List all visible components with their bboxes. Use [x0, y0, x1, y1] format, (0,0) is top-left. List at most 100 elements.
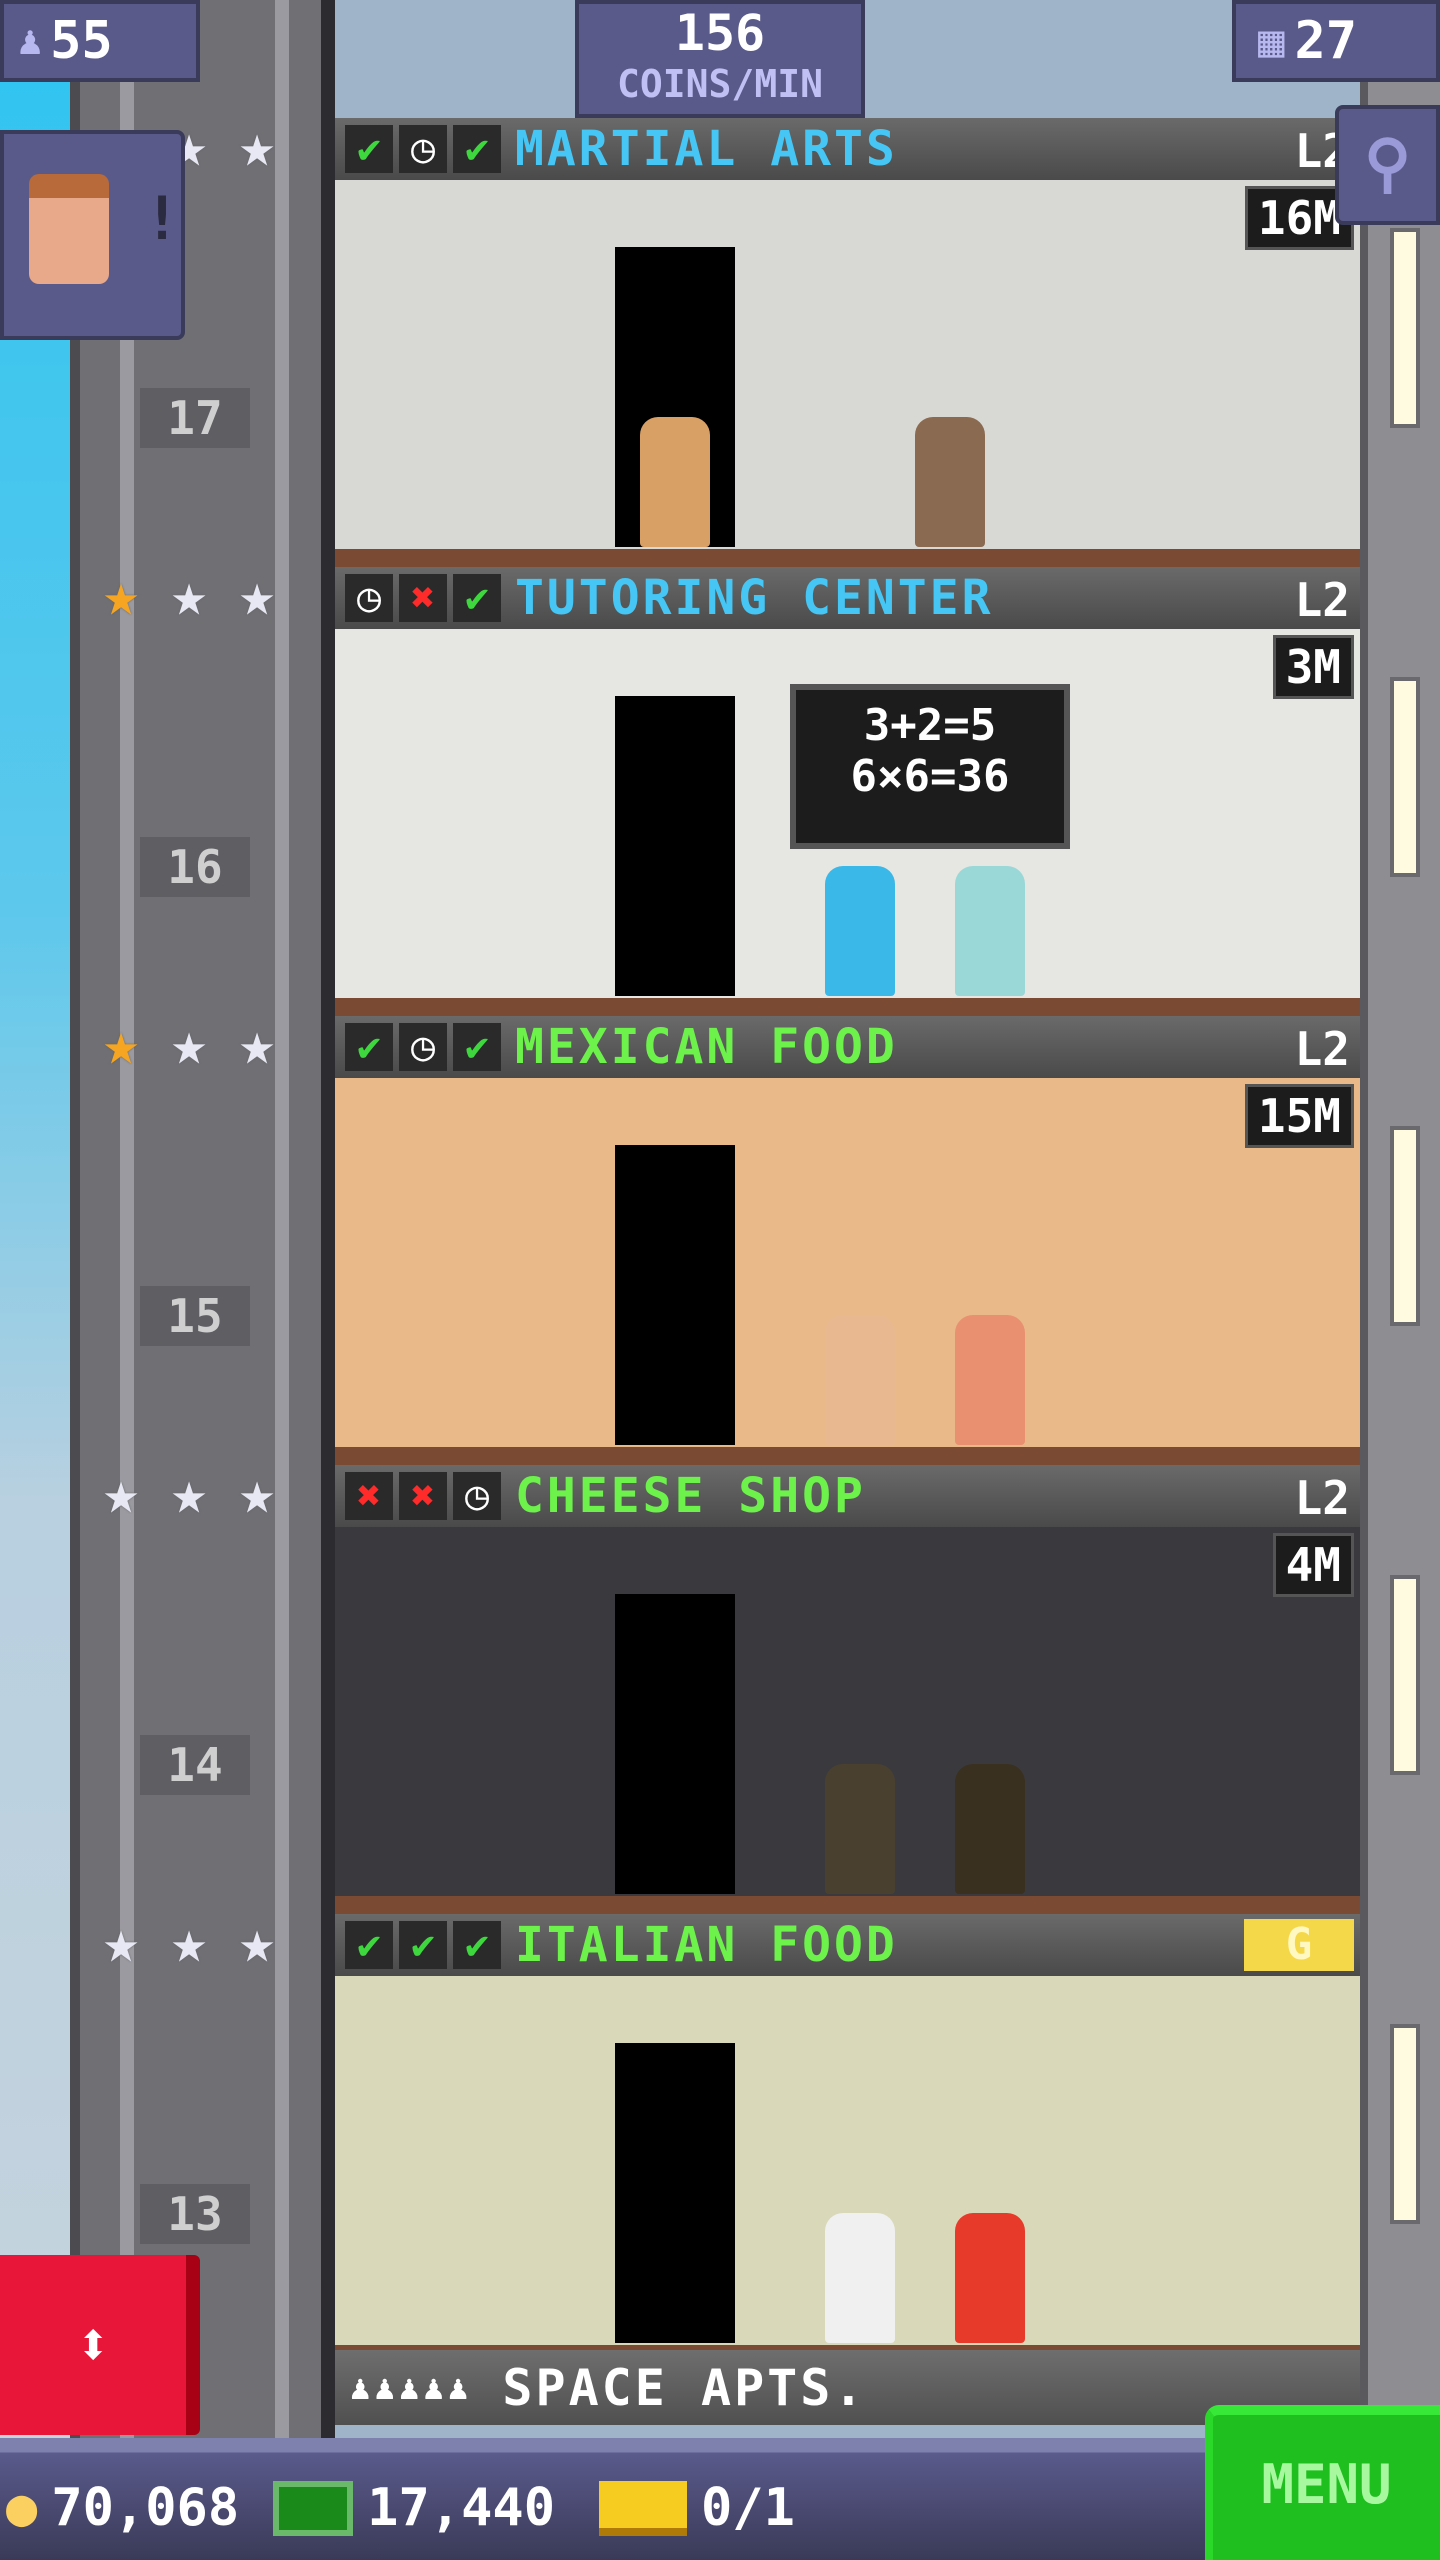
floor-tutoring-center[interactable]: 3+2=5 6×6=36 ◷ ✖ ✔ TUTORING CENTER L2 3M	[335, 567, 1360, 1016]
bitizen	[955, 866, 1025, 996]
silver-star-icon: ★	[238, 1458, 276, 1528]
floor-stars: ★★★	[90, 1013, 288, 1075]
floor-door	[615, 696, 735, 996]
floors-counter[interactable]: ▦ 27	[1232, 0, 1440, 82]
alert-icon: !	[144, 184, 181, 254]
x-status-icon: ✖	[399, 1472, 447, 1520]
elevator-rail	[120, 0, 134, 2440]
floor-upgrade-price[interactable]: 3M	[1272, 635, 1354, 699]
floor-stars: ★★★	[90, 1462, 288, 1524]
floor-interior	[335, 1527, 1360, 1914]
clock-status-icon: ◷	[345, 574, 393, 622]
floor-upgrade-price[interactable]: 15M	[1244, 1084, 1354, 1148]
population-counter[interactable]: ♟ 55	[0, 0, 200, 82]
bux-value[interactable]: 17,440	[367, 2478, 555, 2538]
coin-icon: ●	[6, 2478, 38, 2538]
silver-star-icon: ★	[170, 1009, 208, 1079]
floor-ground	[335, 998, 1360, 1016]
floor-name: SPACE APTS.	[502, 2358, 867, 2417]
floor-name: MARTIAL ARTS	[515, 121, 898, 177]
building-window	[1390, 677, 1420, 877]
check-status-icon: ✔	[453, 574, 501, 622]
floor-level: L2	[1294, 1022, 1350, 1076]
bitizen	[955, 2213, 1025, 2343]
floor-interior	[335, 180, 1360, 567]
bitizen	[640, 417, 710, 547]
building-window	[1390, 1126, 1420, 1326]
floor-level: L2	[1294, 1471, 1350, 1525]
floor-number: 14	[140, 1735, 250, 1795]
floor-number: 17	[140, 388, 250, 448]
floor-number: 15	[140, 1286, 250, 1346]
visitor-avatar	[29, 174, 109, 284]
visitor-notification-button[interactable]: !	[0, 130, 185, 340]
check-status-icon: ✔	[453, 125, 501, 173]
population-value: 55	[50, 11, 113, 71]
residents-icon: ♟♟♟♟♟	[350, 2367, 473, 2408]
coins-per-min-label: COINS/MIN	[617, 62, 823, 106]
floor-door	[615, 1145, 735, 1445]
silver-star-icon: ★	[238, 560, 276, 630]
zoom-search-button[interactable]: ⚲	[1335, 105, 1440, 225]
elevator-button[interactable]: ⬍	[0, 2255, 200, 2435]
bitizen	[825, 1315, 895, 1445]
floor-italian-food[interactable]: ✔ ✔ ✔ ITALIAN FOOD G	[335, 1914, 1360, 2363]
bitizen	[825, 1764, 895, 1894]
coins-per-min-value: 156	[674, 4, 766, 62]
floor-interior	[335, 1976, 1360, 2363]
floor-name: MEXICAN FOOD	[515, 1019, 898, 1075]
floors-count-value: 27	[1294, 11, 1358, 71]
bitizen	[915, 417, 985, 547]
coins-value: 70,068	[51, 2478, 240, 2538]
floor-name: ITALIAN FOOD	[515, 1917, 898, 1973]
clock-status-icon: ◷	[399, 125, 447, 173]
floor-name: TUTORING CENTER	[515, 570, 994, 626]
floor-header: ✔ ◷ ✔ MEXICAN FOOD	[335, 1016, 1360, 1078]
bitizen	[955, 1315, 1025, 1445]
floor-martial-arts[interactable]: ✔ ◷ ✔ MARTIAL ARTS L2 16M	[335, 118, 1360, 567]
x-status-icon: ✖	[399, 574, 447, 622]
floor-ground	[335, 549, 1360, 567]
bux-icon	[273, 2480, 354, 2536]
bitizen	[825, 2213, 895, 2343]
gold-star-icon: ★	[102, 560, 140, 630]
building-window	[1390, 1575, 1420, 1775]
floor-header: ✔ ✔ ✔ ITALIAN FOOD	[335, 1914, 1360, 1976]
up-down-arrows-icon: ⬍	[74, 2310, 112, 2380]
coins-per-min-panel: 156 COINS/MIN	[575, 0, 865, 118]
x-status-icon: ✖	[345, 1472, 393, 1520]
floor-cheese-shop[interactable]: ✖ ✖ ◷ CHEESE SHOP L2 4M	[335, 1465, 1360, 1914]
floor-interior: 3+2=5 6×6=36	[335, 629, 1360, 1016]
currency-bar: ● 70,068 17,440 0/1	[6, 2478, 795, 2538]
floor-header: ✔ ◷ ✔ MARTIAL ARTS	[335, 118, 1360, 180]
ticket-icon	[599, 2480, 687, 2536]
clock-status-icon: ◷	[399, 1023, 447, 1071]
check-status-icon: ✔	[399, 1921, 447, 1969]
check-status-icon: ✔	[453, 1921, 501, 1969]
floor-door	[615, 2043, 735, 2343]
gold-star-icon: ★	[102, 1009, 140, 1079]
elevator-rail	[275, 0, 289, 2440]
floor-door	[615, 1594, 735, 1894]
check-status-icon: ✔	[345, 1921, 393, 1969]
silver-star-icon: ★	[170, 1907, 208, 1977]
elevator-shaft[interactable]	[70, 0, 335, 2440]
floor-number: 13	[140, 2184, 250, 2244]
floor-ground	[335, 1896, 1360, 1914]
menu-button[interactable]: MENU	[1205, 2405, 1440, 2560]
gold-badge[interactable]: G	[1244, 1919, 1354, 1971]
floor-stars: ★★★	[90, 1911, 288, 1973]
check-status-icon: ✔	[345, 125, 393, 173]
floor-ground	[335, 1447, 1360, 1465]
tickets-value: 0/1	[701, 2478, 795, 2538]
floor-interior	[335, 1078, 1360, 1465]
floor-upgrade-price[interactable]: 4M	[1272, 1533, 1354, 1597]
sky-background	[0, 0, 70, 2560]
silver-star-icon: ★	[102, 1907, 140, 1977]
floor-mexican-food[interactable]: ✔ ◷ ✔ MEXICAN FOOD L2 15M	[335, 1016, 1360, 1465]
population-icon: ♟	[18, 18, 43, 64]
magnifier-icon: ⚲	[1364, 127, 1411, 201]
silver-star-icon: ★	[170, 560, 208, 630]
bitizen	[825, 866, 895, 996]
floor-number: 16	[140, 837, 250, 897]
